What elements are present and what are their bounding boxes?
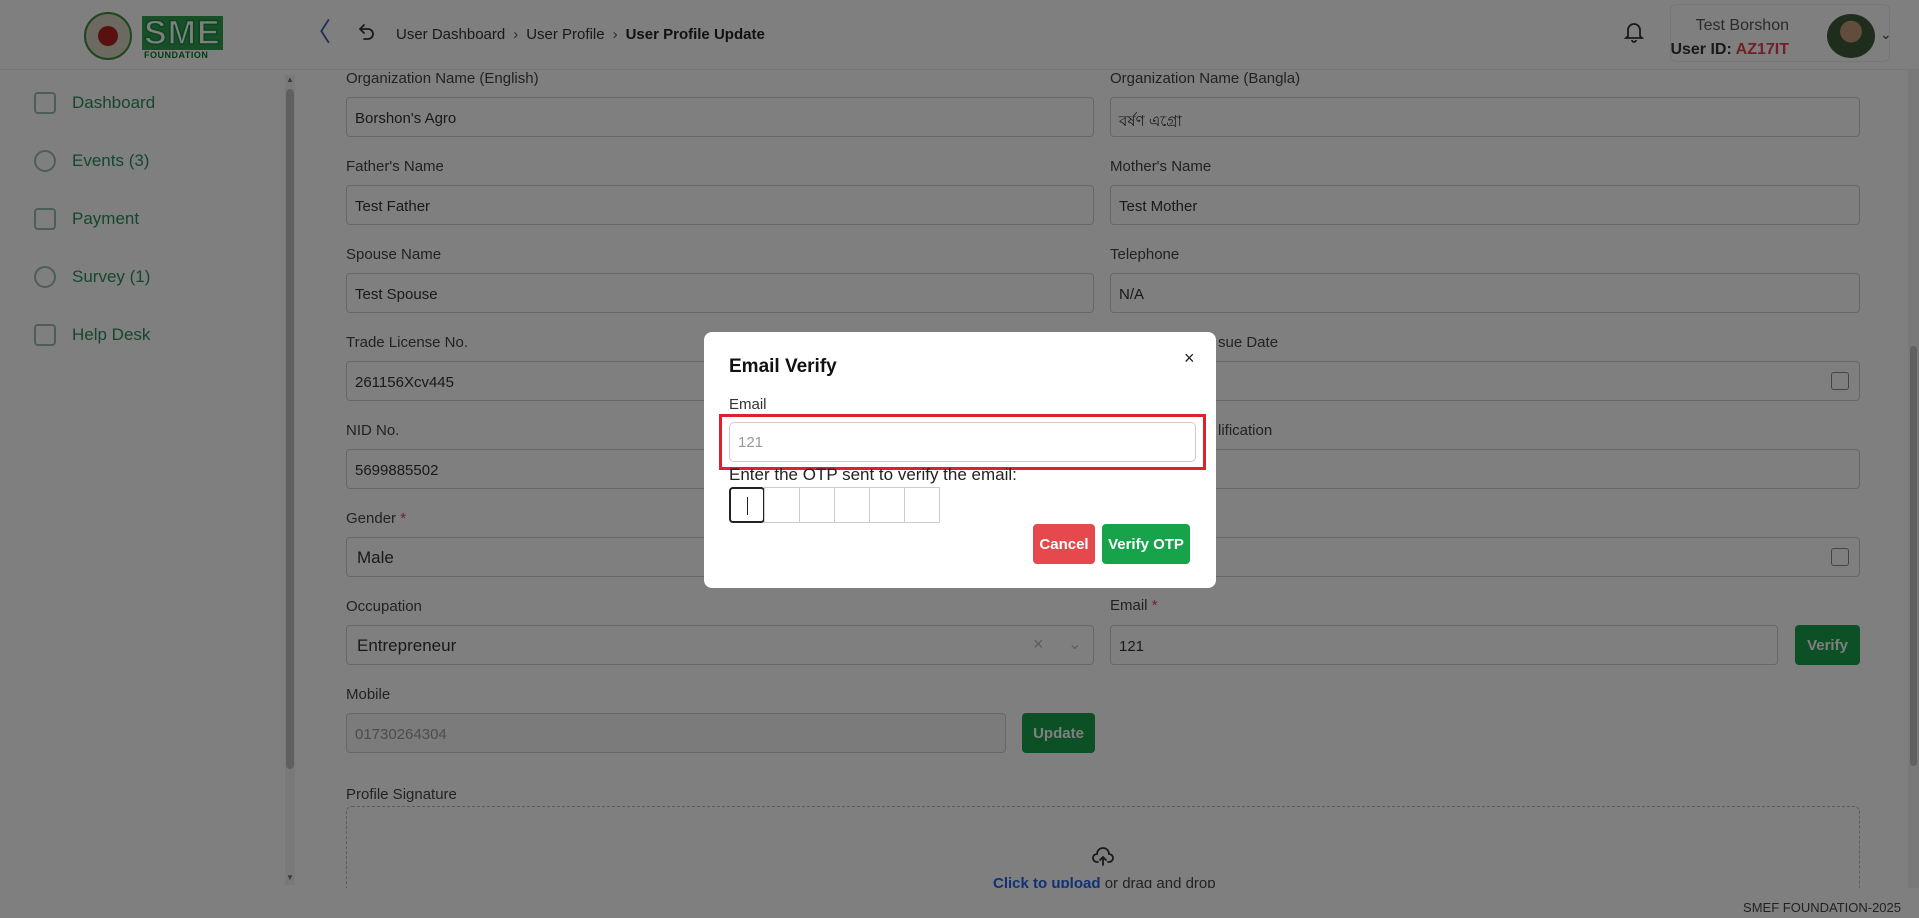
- modal-title: Email Verify: [729, 356, 837, 377]
- cancel-button[interactable]: Cancel: [1033, 524, 1095, 564]
- otp-digit-1[interactable]: [729, 487, 765, 523]
- email-verify-modal: Email Verify × Email 121 Enter the OTP s…: [704, 332, 1216, 588]
- modal-email-input[interactable]: 121: [729, 422, 1196, 462]
- otp-digit-2[interactable]: [764, 487, 800, 523]
- verify-otp-button[interactable]: Verify OTP: [1102, 524, 1190, 564]
- otp-digit-5[interactable]: [869, 487, 905, 523]
- otp-input-group: [729, 487, 940, 523]
- modal-email-label: Email: [729, 396, 767, 413]
- otp-digit-6[interactable]: [904, 487, 940, 523]
- otp-instruction: Enter the OTP sent to verify the email:: [729, 465, 1017, 484]
- otp-digit-3[interactable]: [799, 487, 835, 523]
- close-icon[interactable]: ×: [1184, 348, 1195, 369]
- otp-digit-4[interactable]: [834, 487, 870, 523]
